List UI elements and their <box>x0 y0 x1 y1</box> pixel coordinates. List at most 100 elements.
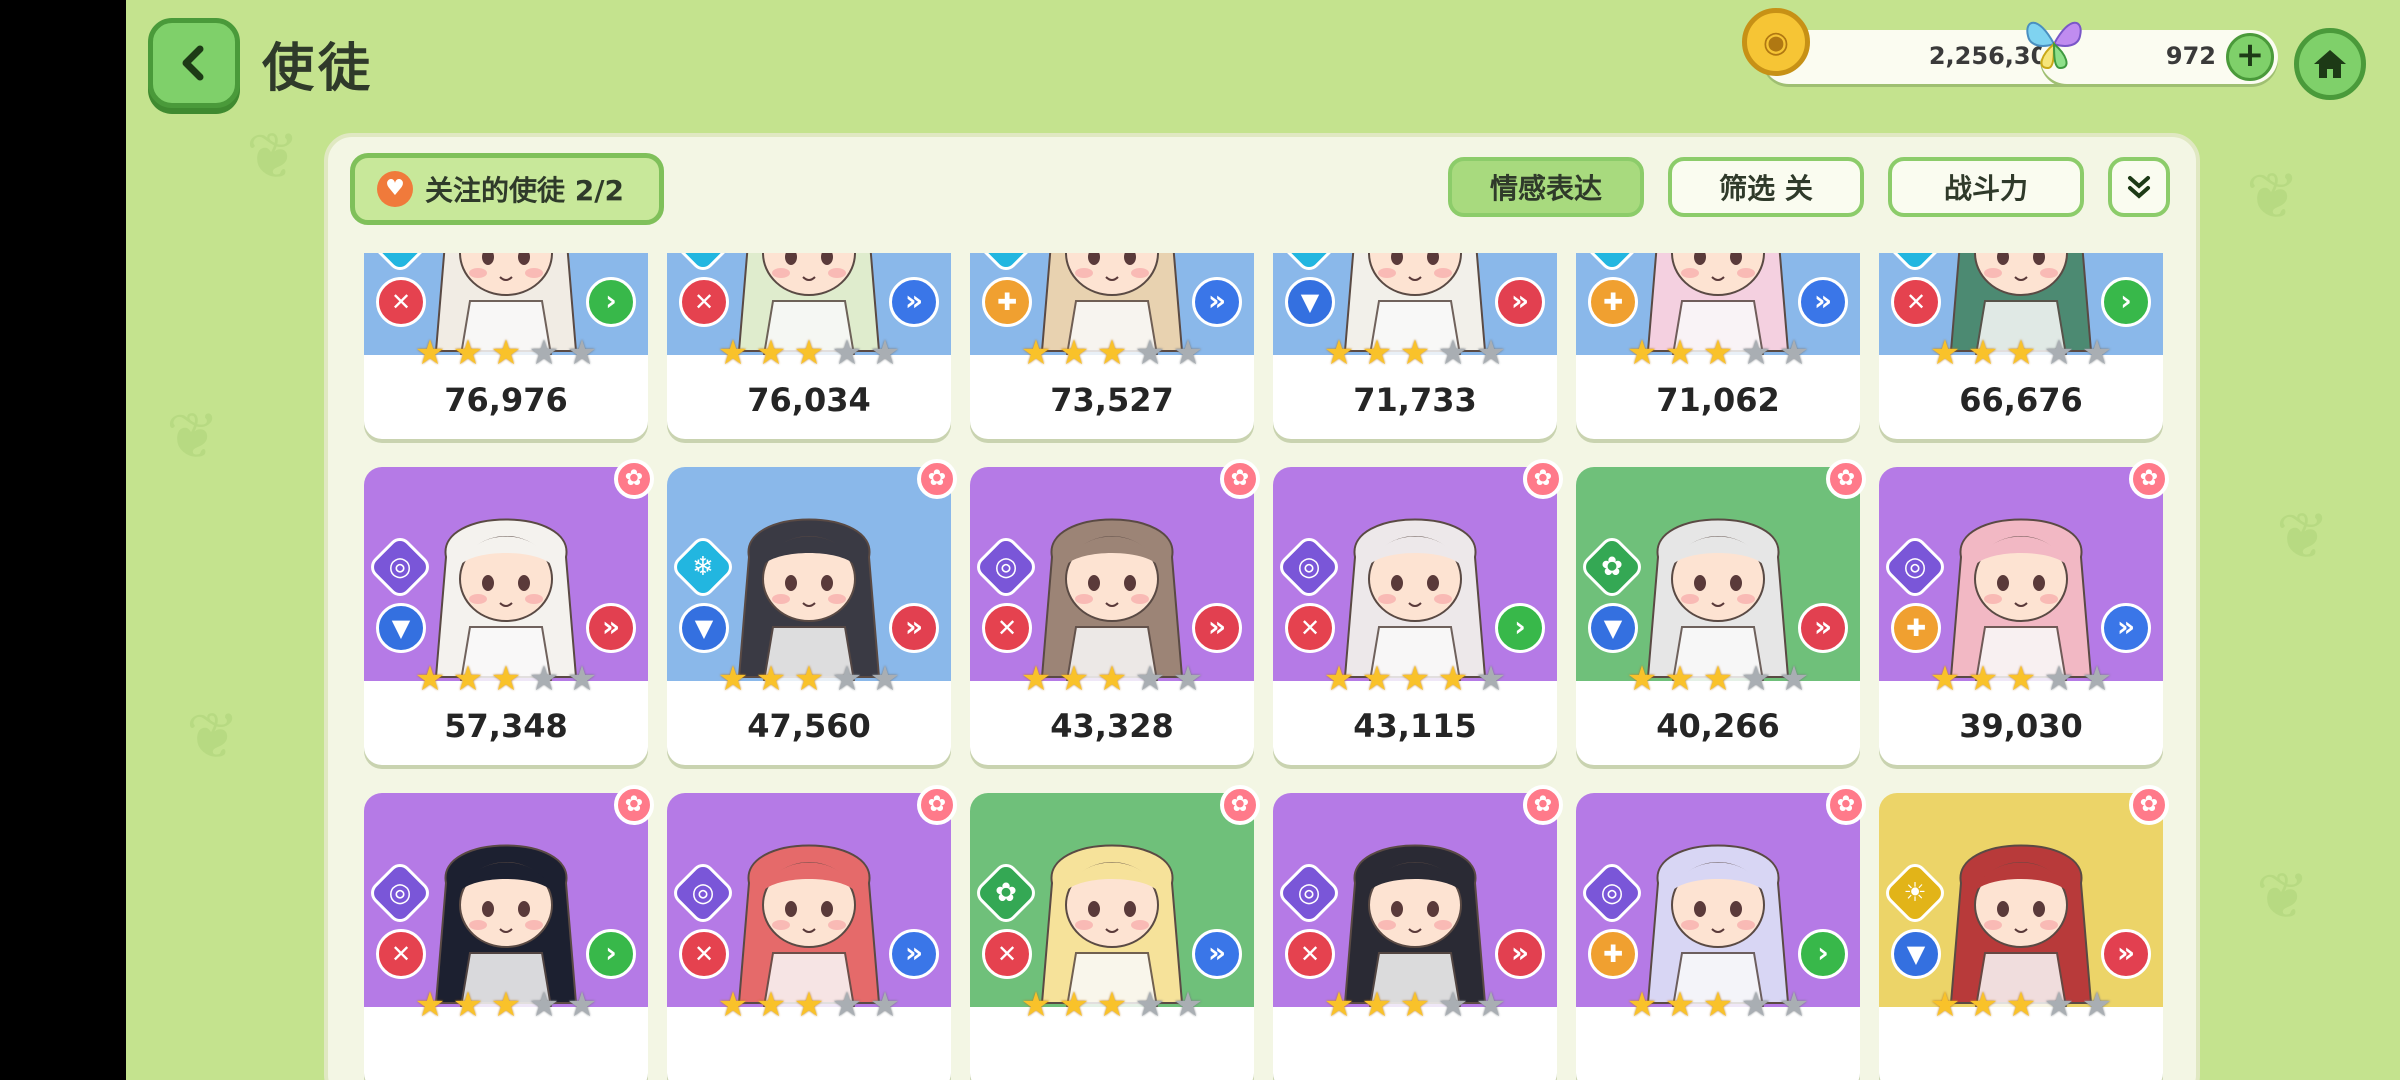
defender-role-icon: ▼ <box>1588 603 1638 653</box>
combat-power: 76,976 <box>444 381 568 419</box>
apostle-character-art <box>1949 844 2093 1013</box>
favorite-apostles-label: 关注的使徒 2/2 <box>425 174 624 207</box>
star-icon: ★ <box>1323 333 1355 373</box>
back-arrow-icon <box>182 45 204 81</box>
apostle-portrait: ✿ ▼ » <box>1576 467 1860 691</box>
star-icon: ★ <box>755 333 787 373</box>
combat-power: 40,266 <box>1656 707 1780 745</box>
star-icon: ★ <box>1778 985 1810 1025</box>
star-icon: ★ <box>414 659 446 699</box>
position-chevron-icon: » <box>1798 603 1848 653</box>
apostle-character-art <box>737 518 881 687</box>
star-icon: ★ <box>1778 333 1810 373</box>
star-icon: ★ <box>1096 659 1128 699</box>
apostle-card[interactable]: ❄✚»★★★★★73,527 <box>970 253 1254 439</box>
add-gem-button[interactable]: + <box>2226 33 2274 81</box>
apostle-card[interactable]: ◎ ✕ › ★ ★ ★ ★ ★ ✿ <box>364 785 654 1080</box>
star-icon: ★ <box>1096 333 1128 373</box>
void-element-icon: ◎ <box>1578 859 1646 927</box>
position-chevron-icon: » <box>889 603 939 653</box>
heart-icon: ♥ <box>377 171 413 207</box>
apostle-card[interactable]: ❄ ▼» ★ ★ ★ ★ ★ 47,560 ✿ <box>667 459 957 765</box>
apostle-card[interactable]: ◎ ✕» ★ ★ ★ ★ ★ ✿ <box>1273 785 1563 1080</box>
back-button[interactable] <box>148 18 240 108</box>
apostle-character-art <box>434 844 578 1013</box>
star-icon: ★ <box>1020 985 1052 1025</box>
void-element-icon: ◎ <box>1275 859 1343 927</box>
flower-badge-icon: ✿ <box>1826 785 1866 825</box>
home-button[interactable] <box>2294 28 2366 100</box>
home-icon <box>2314 50 2346 78</box>
star-rating: ★ ★ ★ ★ ★ <box>412 987 602 1025</box>
ice-element-icon: ❄ <box>669 253 737 275</box>
defender-role-icon: ▼ <box>1285 277 1335 327</box>
apostle-card[interactable]: ✿ ✕» ★ ★ ★ ★ ★ ✿ <box>970 785 1260 1080</box>
apostle-card[interactable]: ◎ ✕» ★ ★ ★ ★ ★ ✿ <box>667 785 957 1080</box>
star-icon: ★ <box>1399 985 1431 1025</box>
flower-badge-icon: ✿ <box>917 785 957 825</box>
position-chevron-icon: » <box>2101 603 2151 653</box>
favorite-apostles-button[interactable]: ♥ 关注的使徒 2/2 <box>350 153 664 225</box>
attacker-role-icon: ✕ <box>679 929 729 979</box>
flower-badge-icon: ✿ <box>614 785 654 825</box>
flower-badge-icon: ✿ <box>1523 459 1563 499</box>
apostle-card[interactable]: ◎ ✕ › ★ ★ ★ ★ ★ 43,115 ✿ <box>1273 459 1563 765</box>
flower-badge-icon: ✿ <box>917 459 957 499</box>
star-icon: ★ <box>1702 659 1734 699</box>
star-icon: ★ <box>755 659 787 699</box>
star-icon: ★ <box>1664 659 1696 699</box>
apostle-card[interactable]: ✿ ▼» ★ ★ ★ ★ ★ 40,266 ✿ <box>1576 459 1866 765</box>
apostle-card[interactable]: ❄✚»★★★★★71,062 <box>1576 253 1860 439</box>
apostle-character-art <box>1343 844 1487 1013</box>
star-icon: ★ <box>1399 659 1431 699</box>
star-icon: ★ <box>717 659 749 699</box>
apostle-card[interactable]: ◎ ✕» ★ ★ ★ ★ ★ 43,328 ✿ <box>970 459 1260 765</box>
star-icon: ★ <box>452 333 484 373</box>
ice-element-icon: ❄ <box>1275 253 1343 275</box>
ice-element-icon: ❄ <box>1578 253 1646 275</box>
apostle-character-art <box>737 844 881 1013</box>
star-rating: ★ ★ ★ ★ ★ <box>1321 661 1511 699</box>
sort-order-toggle[interactable] <box>2108 157 2170 217</box>
star-icon: ★ <box>831 659 863 699</box>
star-icon: ★ <box>2005 333 2037 373</box>
sort-power-button[interactable]: 战斗力 <box>1888 157 2084 217</box>
position-chevron-icon: » <box>2101 929 2151 979</box>
apostle-character-art <box>1646 844 1790 1013</box>
star-icon: ★ <box>1967 659 1999 699</box>
apostle-character-art <box>1040 844 1184 1013</box>
star-icon: ★ <box>2043 985 2075 1025</box>
star-rating: ★ ★ ★ ★ ★ <box>1018 661 1208 699</box>
apostle-card[interactable]: ❄▼»★★★★★71,733 <box>1273 253 1557 439</box>
star-icon: ★ <box>1437 985 1469 1025</box>
app-screen: ❦ ❦ ❦ ❦ ❦ ❦ 使徒 2,256,306 + ◉ 972 + ♥ <box>126 0 2400 1080</box>
apostle-card[interactable]: ◎ ✚» ★ ★ ★ ★ ★ 39,030 ✿ <box>1879 459 2169 765</box>
star-icon: ★ <box>1437 659 1469 699</box>
attacker-role-icon: ✕ <box>982 603 1032 653</box>
apostle-card[interactable]: ❄✕›★★★★★66,676 <box>1879 253 2163 439</box>
star-rating: ★ ★ ★ ★ ★ <box>1018 987 1208 1025</box>
star-icon: ★ <box>566 659 598 699</box>
double-chevron-down-icon <box>2128 176 2150 199</box>
ice-element-icon: ❄ <box>972 253 1040 275</box>
filter-button[interactable]: 筛选 关 <box>1668 157 1864 217</box>
apostle-card[interactable]: ❄✕›★★★★★76,976 <box>364 253 648 439</box>
apostle-card[interactable]: ◎ ✚ › ★ ★ ★ ★ ★ ✿ <box>1576 785 1866 1080</box>
apostle-card[interactable]: ◎ ▼» ★ ★ ★ ★ ★ 57,348 ✿ <box>364 459 654 765</box>
apostle-card[interactable]: ❄✕»★★★★★76,034 <box>667 253 951 439</box>
star-icon: ★ <box>793 333 825 373</box>
star-icon: ★ <box>1361 659 1393 699</box>
emotion-button[interactable]: 情感表达 <box>1448 157 1644 217</box>
star-icon: ★ <box>490 333 522 373</box>
star-rating: ★ ★ ★ ★ ★ <box>1927 987 2117 1025</box>
star-icon: ★ <box>1172 659 1204 699</box>
nature-element-icon: ✿ <box>972 859 1040 927</box>
star-icon: ★ <box>1702 333 1734 373</box>
supporter-role-icon: ✚ <box>1588 929 1638 979</box>
void-element-icon: ◎ <box>1275 533 1343 601</box>
position-chevron-icon: › <box>586 277 636 327</box>
gem-amount: 972 <box>2165 42 2216 70</box>
apostle-card[interactable]: ☀ ▼» ★ ★ ★ ★ ★ ✿ <box>1879 785 2169 1080</box>
star-icon: ★ <box>2005 659 2037 699</box>
apostle-list-panel: ♥ 关注的使徒 2/2 情感表达 筛选 关 战斗力 ❄✕›★★★★★76,976… <box>324 133 2200 1080</box>
